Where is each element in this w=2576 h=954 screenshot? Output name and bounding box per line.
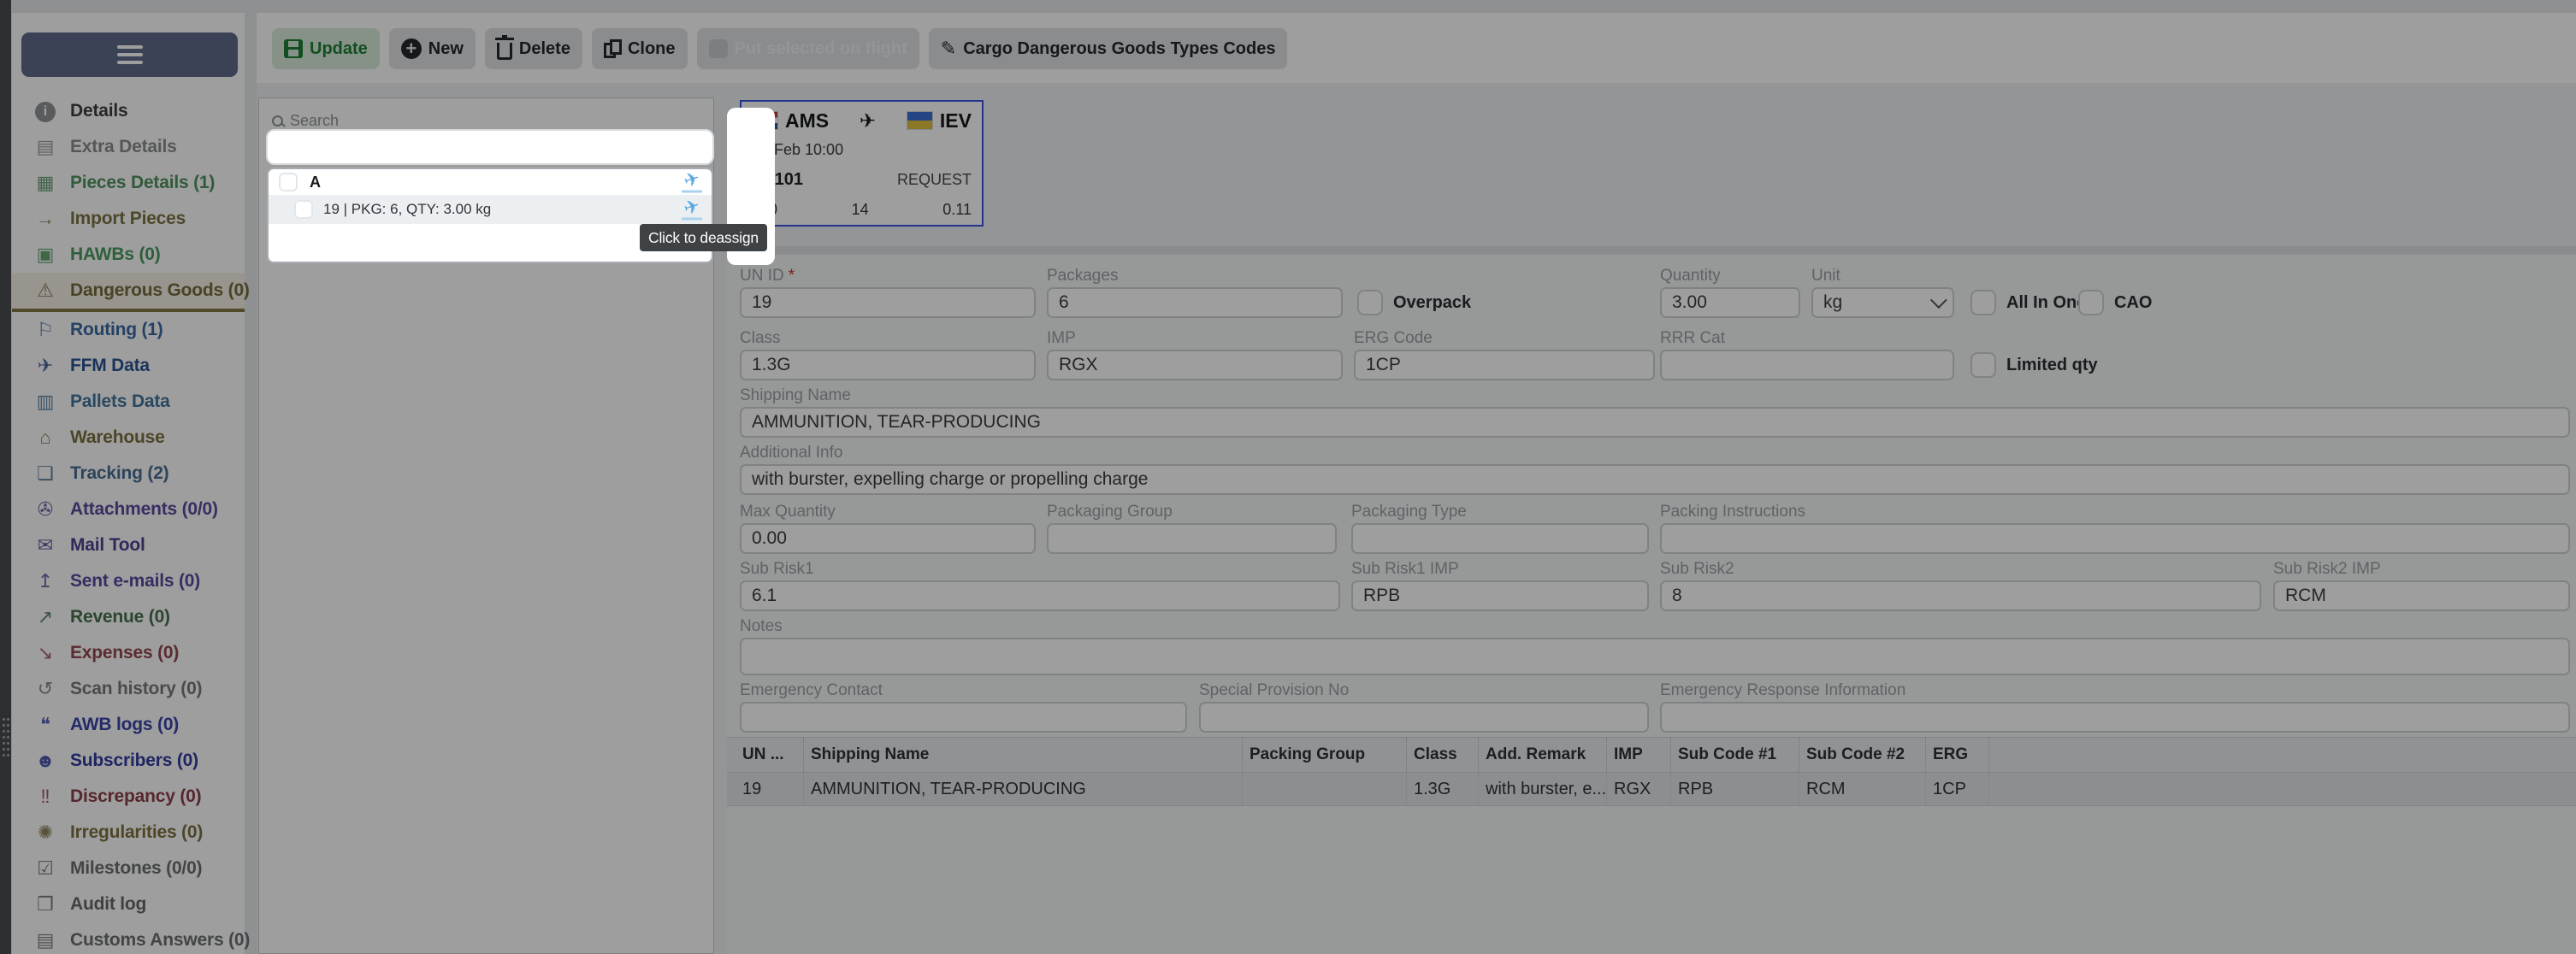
assign-group-row[interactable]: A — [269, 169, 712, 195]
assign-flight-icon[interactable] — [679, 172, 705, 193]
item-label: 19 | PKG: 6, QTY: 3.00 kg — [323, 201, 492, 217]
group-checkbox[interactable] — [279, 173, 298, 191]
deassign-tooltip: Click to deassign — [640, 224, 767, 251]
app-window: i Details ▤ Extra Details ▦ Pieces Details (1… — [0, 0, 2576, 954]
item-checkbox[interactable] — [294, 200, 313, 219]
group-label: A — [310, 173, 321, 191]
assign-item-row[interactable]: 19 | PKG: 6, QTY: 3.00 kg — [269, 195, 712, 224]
assign-flight-icon[interactable] — [679, 199, 705, 221]
tooltip-text: Click to deassign — [648, 228, 759, 246]
assign-search-input[interactable] — [266, 129, 714, 165]
